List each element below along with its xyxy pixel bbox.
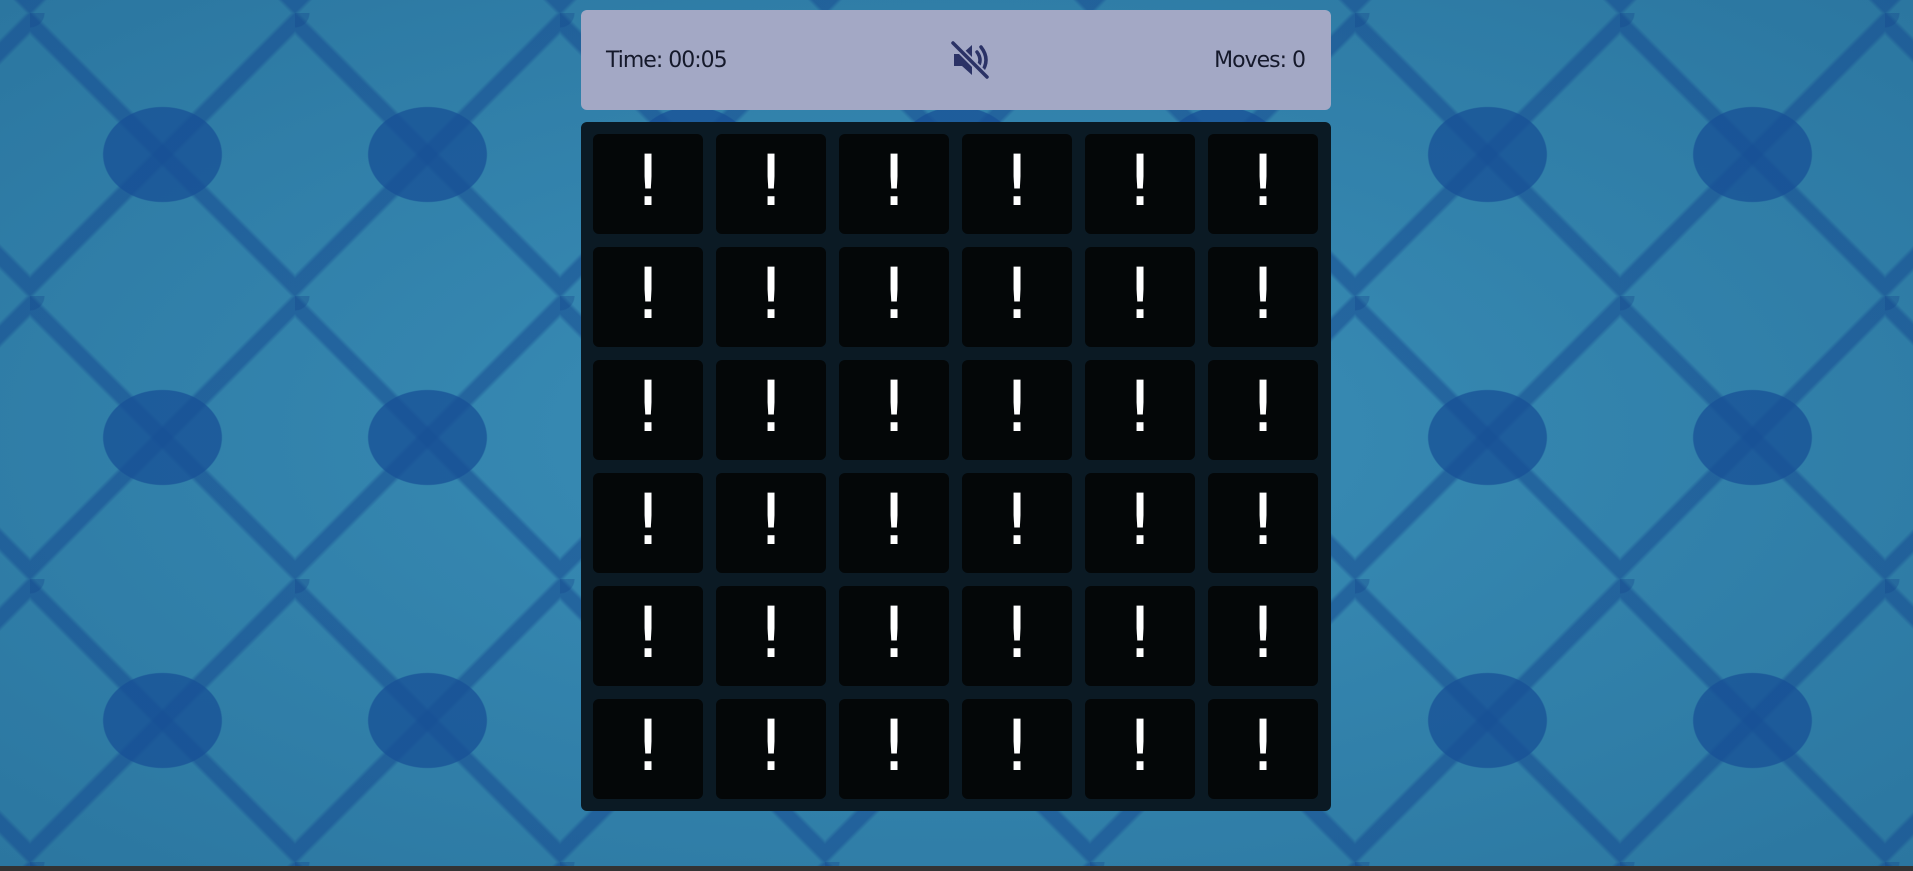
memory-card[interactable]: !: [1208, 473, 1318, 573]
moves-label: Moves:: [1214, 47, 1287, 73]
memory-card[interactable]: !: [962, 134, 1072, 234]
memory-card[interactable]: !: [716, 586, 826, 686]
memory-card[interactable]: !: [962, 247, 1072, 347]
sound-toggle-button[interactable]: [947, 37, 993, 83]
card-grid: !!!!!!!!!!!!!!!!!!!!!!!!!!!!!!!!!!!!: [581, 122, 1331, 811]
memory-card[interactable]: !: [593, 360, 703, 460]
memory-card[interactable]: !: [839, 360, 949, 460]
moves-value: 0: [1291, 47, 1306, 73]
memory-card[interactable]: !: [962, 586, 1072, 686]
memory-card[interactable]: !: [962, 699, 1072, 799]
timer-value: 00:05: [668, 47, 727, 73]
memory-card[interactable]: !: [593, 586, 703, 686]
memory-card[interactable]: !: [839, 473, 949, 573]
memory-card[interactable]: !: [1208, 699, 1318, 799]
bottom-edge-bar: [0, 866, 1913, 871]
memory-card[interactable]: !: [593, 699, 703, 799]
memory-card[interactable]: !: [593, 473, 703, 573]
memory-card[interactable]: !: [593, 247, 703, 347]
memory-card[interactable]: !: [839, 586, 949, 686]
memory-card[interactable]: !: [839, 134, 949, 234]
memory-card[interactable]: !: [962, 360, 1072, 460]
memory-card[interactable]: !: [716, 360, 826, 460]
memory-game: Time: 00:05 Moves: 0 !!!!!!!!!!!!!!!!!!!…: [581, 10, 1331, 811]
memory-card[interactable]: !: [1208, 247, 1318, 347]
memory-card[interactable]: !: [839, 247, 949, 347]
timer-label: Time:: [606, 47, 663, 73]
memory-card[interactable]: !: [716, 134, 826, 234]
memory-card[interactable]: !: [1208, 586, 1318, 686]
status-bar: Time: 00:05 Moves: 0: [581, 10, 1331, 110]
memory-card[interactable]: !: [593, 134, 703, 234]
memory-card[interactable]: !: [962, 473, 1072, 573]
memory-card[interactable]: !: [1208, 134, 1318, 234]
memory-card[interactable]: !: [1208, 360, 1318, 460]
memory-card[interactable]: !: [1085, 247, 1195, 347]
move-counter: Moves: 0: [1214, 47, 1306, 73]
memory-card[interactable]: !: [1085, 586, 1195, 686]
speaker-muted-icon: [950, 40, 990, 80]
memory-card[interactable]: !: [1085, 134, 1195, 234]
memory-card[interactable]: !: [1085, 473, 1195, 573]
memory-card[interactable]: !: [716, 473, 826, 573]
memory-card[interactable]: !: [716, 699, 826, 799]
timer: Time: 00:05: [606, 47, 728, 73]
memory-card[interactable]: !: [716, 247, 826, 347]
memory-card[interactable]: !: [839, 699, 949, 799]
memory-card[interactable]: !: [1085, 360, 1195, 460]
memory-card[interactable]: !: [1085, 699, 1195, 799]
